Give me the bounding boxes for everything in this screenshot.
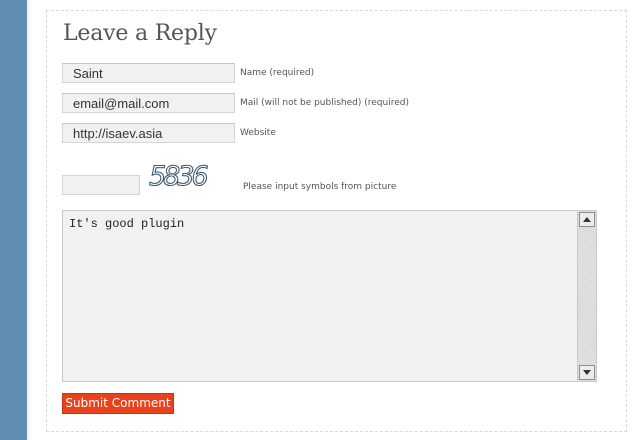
- website-field[interactable]: [62, 123, 235, 143]
- sidebar-strip: [0, 0, 27, 440]
- captcha-text: 5836: [149, 161, 208, 192]
- website-label: Website: [240, 128, 276, 138]
- submit-comment-button[interactable]: Submit Comment: [62, 393, 174, 414]
- comment-textarea[interactable]: It's good plugin: [62, 210, 597, 382]
- scroll-up-button[interactable]: [579, 212, 595, 227]
- name-label: Name (required): [240, 68, 315, 78]
- email-label: Mail (will not be published) (required): [240, 98, 409, 108]
- captcha-image: 5836: [148, 160, 211, 192]
- arrow-down-icon: [583, 370, 591, 375]
- name-field[interactable]: [62, 63, 235, 83]
- reply-form-container: Leave a Reply Name (required) Mail (will…: [46, 10, 627, 432]
- arrow-up-icon: [583, 217, 591, 222]
- sidebar-shadow: [27, 0, 33, 440]
- comment-scrollbar[interactable]: [577, 210, 597, 382]
- captcha-input[interactable]: [62, 175, 140, 195]
- email-field[interactable]: [62, 93, 235, 113]
- form-title: Leave a Reply: [63, 21, 217, 46]
- scroll-down-button[interactable]: [579, 365, 595, 380]
- captcha-label: Please input symbols from picture: [243, 182, 397, 192]
